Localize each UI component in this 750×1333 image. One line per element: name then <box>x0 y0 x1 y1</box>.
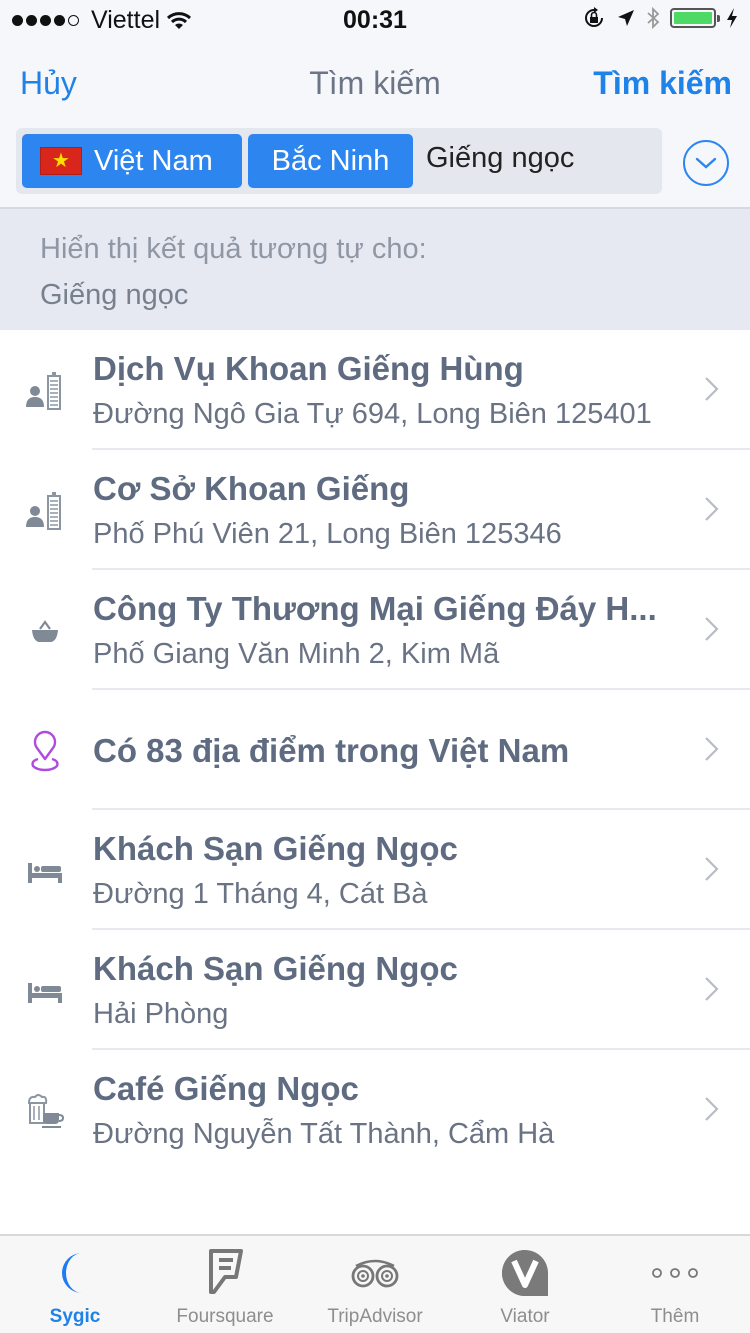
result-row[interactable]: Khách Sạn Giếng Ngọc Đường 1 Tháng 4, Cá… <box>0 810 750 930</box>
result-title: Khách Sạn Giếng Ngọc <box>93 830 458 867</box>
similar-results-query: Giếng ngọc <box>40 279 189 311</box>
result-address: Đường Nguyễn Tất Thành, Cẩm Hà <box>93 1118 555 1150</box>
tab-label: TripAdvisor <box>327 1306 423 1327</box>
result-title: Công Ty Thương Mại Giếng Đáy H... <box>93 590 657 627</box>
result-title: Khách Sạn Giếng Ngọc <box>93 950 458 987</box>
tab-label: Viator <box>500 1306 550 1327</box>
tab-label: Thêm <box>650 1306 700 1327</box>
foursquare-icon <box>195 1248 255 1298</box>
search-button[interactable]: Tìm kiếm <box>593 65 732 102</box>
cafe-icon <box>22 1088 68 1134</box>
result-row[interactable]: Công Ty Thương Mại Giếng Đáy H... Phố Gi… <box>0 570 750 690</box>
similar-results-label: Hiển thị kết quả tương tự cho: <box>40 233 427 265</box>
tab-label: Foursquare <box>176 1306 274 1327</box>
result-title: Có 83 địa điểm trong Việt Nam <box>93 732 570 769</box>
sygic-moon-icon <box>45 1248 105 1298</box>
result-address: Đường 1 Tháng 4, Cát Bà <box>93 878 428 910</box>
tripadvisor-owl-icon <box>345 1248 405 1298</box>
viator-icon <box>495 1248 555 1298</box>
result-title: Cơ Sở Khoan Giếng <box>93 470 410 507</box>
charging-bolt-icon <box>727 8 737 28</box>
result-row[interactable]: Khách Sạn Giếng Ngọc Hải Phòng <box>0 930 750 1050</box>
country-chip-label: Việt Nam <box>94 144 213 177</box>
chevron-right-icon <box>705 857 719 881</box>
vietnam-flag-icon: ★ <box>40 147 82 175</box>
chevron-right-icon <box>705 377 719 401</box>
battery-icon <box>670 8 720 28</box>
business-icon <box>22 488 68 534</box>
shopping-basket-icon <box>22 608 68 654</box>
search-field[interactable]: ★ Việt Nam Bắc Ninh Giếng ngọc <box>16 128 662 194</box>
business-icon <box>22 368 68 414</box>
chevron-right-icon <box>705 1097 719 1121</box>
chevron-right-icon <box>705 737 719 761</box>
tab-viator[interactable]: Viator <box>450 1236 600 1333</box>
region-chip-label: Bắc Ninh <box>271 144 390 177</box>
tab-tripadvisor[interactable]: TripAdvisor <box>300 1236 450 1333</box>
result-row[interactable]: Cơ Sở Khoan Giếng Phố Phú Viên 21, Long … <box>0 450 750 570</box>
chevron-right-icon <box>705 977 719 1001</box>
results-list: Dịch Vụ Khoan Giếng Hùng Đường Ngô Gia T… <box>0 330 750 1170</box>
result-row[interactable]: Dịch Vụ Khoan Giếng Hùng Đường Ngô Gia T… <box>0 330 750 450</box>
region-chip[interactable]: Bắc Ninh <box>248 134 413 188</box>
tab-label: Sygic <box>49 1306 101 1327</box>
result-address: Phố Giang Văn Minh 2, Kim Mã <box>93 638 500 670</box>
bed-icon <box>22 848 68 894</box>
status-bar: Viettel 00:31 <box>0 0 750 40</box>
expand-filters-button[interactable] <box>683 140 729 186</box>
location-arrow-icon <box>618 10 634 26</box>
map-pin-icon <box>22 728 68 774</box>
result-address: Hải Phòng <box>93 998 229 1030</box>
tab-foursquare[interactable]: Foursquare <box>150 1236 300 1333</box>
tab-sygic[interactable]: Sygic <box>0 1236 150 1333</box>
result-title: Café Giếng Ngọc <box>93 1070 359 1107</box>
tab-bar: Sygic Foursquare TripAdvisor Viator Thêm <box>0 1234 750 1333</box>
bed-icon <box>22 968 68 1014</box>
chevron-down-icon <box>695 157 717 169</box>
search-query-text[interactable]: Giếng ngọc <box>426 142 574 175</box>
result-row-location-count[interactable]: Có 83 địa điểm trong Việt Nam <box>0 690 750 810</box>
chevron-right-icon <box>705 617 719 641</box>
more-dots-icon <box>645 1248 705 1298</box>
result-title: Dịch Vụ Khoan Giếng Hùng <box>93 350 524 387</box>
country-chip[interactable]: ★ Việt Nam <box>22 134 242 188</box>
tab-more[interactable]: Thêm <box>600 1236 750 1333</box>
status-right <box>582 6 738 30</box>
rotation-lock-icon <box>585 7 603 27</box>
chevron-right-icon <box>705 497 719 521</box>
result-address: Đường Ngô Gia Tự 694, Long Biên 125401 <box>93 398 652 430</box>
bluetooth-icon <box>647 6 660 30</box>
similar-results-notice: Hiển thị kết quả tương tự cho: Giếng ngọ… <box>0 209 750 330</box>
result-row[interactable]: Café Giếng Ngọc Đường Nguyễn Tất Thành, … <box>0 1050 750 1170</box>
navigation-bar: Hủy Tìm kiếm Tìm kiếm <box>0 55 750 115</box>
result-address: Phố Phú Viên 21, Long Biên 125346 <box>93 518 562 550</box>
